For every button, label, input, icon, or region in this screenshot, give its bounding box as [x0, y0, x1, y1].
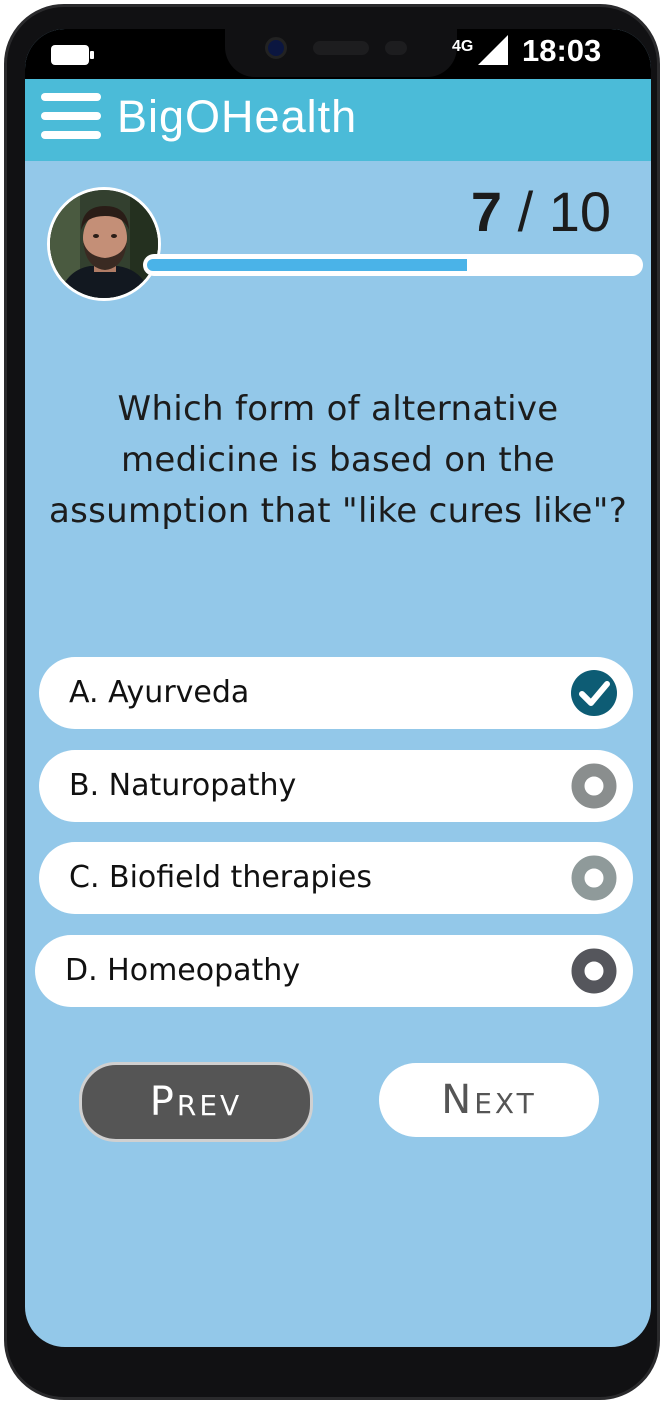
next-button[interactable]: Next: [379, 1063, 599, 1137]
status-time: 18:03: [522, 33, 602, 68]
counter-separator: /: [517, 180, 534, 243]
option-label: C. Biofield therapies: [69, 860, 372, 895]
signal-icon: [478, 35, 508, 65]
status-bar: 4G 18:03: [25, 29, 651, 79]
sensor: [385, 41, 407, 55]
radio-unselected-icon: [571, 948, 617, 994]
screen: 4G 18:03 BigOHealth 7 / 10 Which form of…: [25, 29, 651, 1347]
current-question-number: 7: [470, 180, 503, 243]
radio-unselected-icon: [571, 763, 617, 809]
menu-icon[interactable]: [41, 93, 101, 139]
progress-bar: [143, 254, 643, 276]
battery-icon: [51, 45, 94, 65]
answer-option-a[interactable]: A. Ayurveda: [39, 657, 633, 729]
total-questions-number: 10: [548, 180, 611, 243]
prev-button[interactable]: Prev: [79, 1062, 313, 1142]
speaker-grille: [313, 41, 369, 55]
progress-bar-fill: [147, 259, 467, 271]
phone-frame: 4G 18:03 BigOHealth 7 / 10 Which form of…: [4, 4, 660, 1400]
notch: [225, 29, 457, 77]
question-counter: 7 / 10: [471, 179, 611, 245]
app-title: BigOHealth: [117, 91, 358, 142]
answer-option-d[interactable]: D. Homeopathy: [35, 935, 633, 1007]
option-label: A. Ayurveda: [69, 675, 250, 710]
answer-option-b[interactable]: B. Naturopathy: [39, 750, 633, 822]
network-type: 4G: [452, 38, 474, 55]
checked-icon: [571, 670, 617, 716]
avatar[interactable]: [47, 187, 161, 301]
radio-unselected-icon: [571, 855, 617, 901]
answer-option-c[interactable]: C. Biofield therapies: [39, 842, 633, 914]
camera-icon: [265, 37, 287, 59]
option-label: D. Homeopathy: [65, 953, 301, 988]
question-text: Which form of alternative medicine is ba…: [48, 389, 628, 531]
user-photo-icon: [50, 190, 158, 298]
option-label: B. Naturopathy: [69, 768, 297, 803]
